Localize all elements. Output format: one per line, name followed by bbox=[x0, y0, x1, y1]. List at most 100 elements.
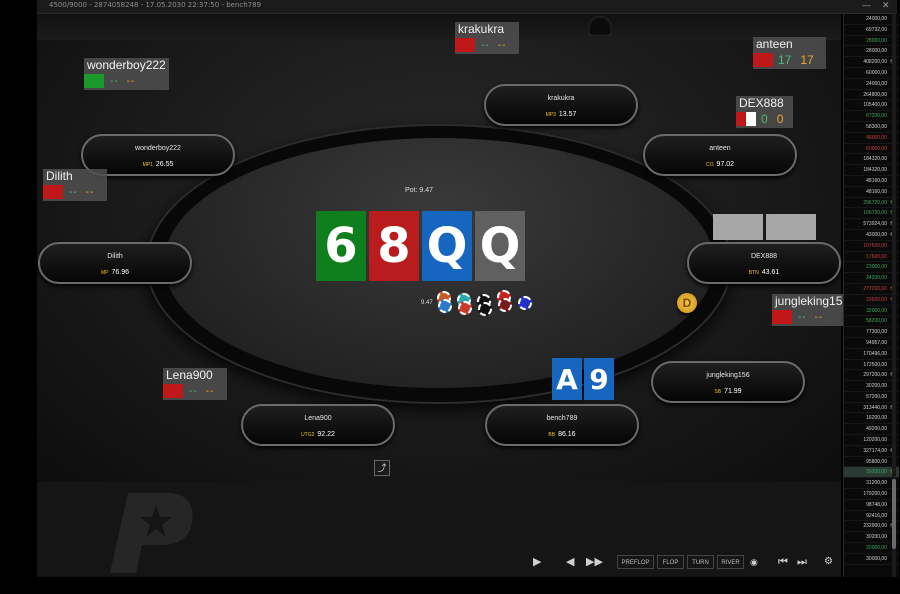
hud-color-tag bbox=[84, 74, 104, 88]
hand-list-item[interactable]: 184320,00 bbox=[844, 165, 899, 176]
hand-amount: 277200,00 bbox=[863, 285, 887, 292]
hand-list-item[interactable]: 106720,00👁 bbox=[844, 208, 899, 220]
hand-list-scrollbar[interactable] bbox=[892, 14, 896, 577]
scrollbar-thumb[interactable] bbox=[892, 479, 896, 549]
hud-color-tag bbox=[736, 112, 756, 126]
hand-list-item[interactable]: 313440,00👁 bbox=[844, 403, 899, 414]
pot-label: Pot: bbox=[405, 187, 418, 194]
hand-list-item[interactable]: 39200,00👁 bbox=[844, 467, 899, 479]
hand-list-item[interactable]: 172500,00 bbox=[844, 360, 899, 371]
hud-lena900[interactable]: Lena900 -- -- bbox=[163, 368, 227, 400]
hand-list-item[interactable]: 30200,00 bbox=[844, 532, 899, 544]
hand-list-item[interactable]: 24200,00 bbox=[844, 273, 899, 284]
hand-list-item[interactable]: 170496,00 bbox=[844, 349, 899, 360]
hand-list-item[interactable]: 32000,00 bbox=[844, 306, 899, 317]
hand-list-item[interactable]: 48000,00 bbox=[844, 133, 899, 144]
first-hand-icon[interactable]: ⏮ bbox=[778, 554, 788, 570]
seat-position: CO bbox=[705, 162, 714, 168]
seat-anteen[interactable]: anteen CO 97.02 bbox=[643, 134, 797, 176]
hand-amount: 327174,00 bbox=[863, 447, 887, 454]
hud-dilith[interactable]: Dilith -- -- bbox=[43, 169, 107, 201]
hand-list-item[interactable]: 24000,00 bbox=[844, 79, 899, 90]
hand-list-item[interactable]: 297200,00👁 bbox=[844, 370, 899, 382]
hand-history-list[interactable]: 24000,00 69732,00 28000,00 28000,00 408200,0… bbox=[843, 14, 899, 577]
step-back-icon[interactable]: ◀ bbox=[566, 554, 574, 570]
hand-amount: 179200,00 bbox=[863, 491, 887, 498]
flop-button[interactable]: FLOP bbox=[657, 555, 684, 569]
hud-dex888[interactable]: DEX888 00 bbox=[736, 96, 793, 128]
hand-list-item[interactable]: 58300,00 bbox=[844, 122, 899, 133]
settings-gear-icon[interactable]: ⚙ bbox=[824, 554, 833, 570]
hand-list-item[interactable]: 296720,00👁 bbox=[844, 198, 899, 209]
hand-list-item[interactable]: 48160,00 bbox=[844, 176, 899, 187]
seat-stack-value: 71.99 bbox=[724, 388, 742, 395]
hand-list-item[interactable]: 67200,00 bbox=[844, 111, 899, 122]
hand-list-item[interactable]: 30000,00 bbox=[844, 554, 899, 565]
turn-button[interactable]: TURN bbox=[687, 555, 714, 569]
hud-anteen[interactable]: anteen 17 17 bbox=[753, 37, 826, 69]
hand-list-item[interactable]: 98748,00 bbox=[844, 500, 899, 511]
step-forward-icon[interactable]: ▶▶ bbox=[586, 554, 603, 570]
last-hand-icon[interactable]: ⏭ bbox=[797, 554, 807, 570]
hand-list-item[interactable]: 94957,00 bbox=[844, 338, 899, 349]
seat-stack: BB 86.16 bbox=[487, 431, 637, 438]
hand-list-item[interactable]: 16200,00 bbox=[844, 413, 899, 425]
seat-lena900[interactable]: Lena900 UTG2 92.22 bbox=[241, 404, 395, 446]
play-icon[interactable]: ▶ bbox=[533, 554, 541, 570]
hand-amount: 77300,00 bbox=[866, 329, 887, 336]
hand-list-item[interactable]: 120200,00 bbox=[844, 435, 899, 446]
hand-list-item[interactable]: 105400,00 bbox=[844, 100, 899, 112]
hand-list-item[interactable]: 60000,00 bbox=[844, 68, 899, 79]
hand-list-item[interactable]: 232900,00👁 bbox=[844, 521, 899, 533]
close-button[interactable]: ✕ bbox=[882, 0, 890, 11]
hand-list-item[interactable]: 573924,00👁 bbox=[844, 219, 899, 230]
hand-list-item[interactable]: 24000,00 bbox=[844, 14, 899, 25]
hand-list-item[interactable]: 60000,00 bbox=[844, 144, 899, 155]
preflop-button[interactable]: PREFLOP bbox=[617, 555, 654, 569]
seat-stack: MP 76.96 bbox=[40, 269, 190, 276]
hand-list-item[interactable]: 29920,00👁 bbox=[844, 295, 899, 306]
hud-krakukra[interactable]: krakukra -- -- bbox=[455, 22, 519, 54]
hand-list-item[interactable]: 23000,00 bbox=[844, 262, 899, 274]
hand-list-item[interactable]: 17600,00 bbox=[844, 252, 899, 263]
hand-amount: 120200,00 bbox=[863, 437, 887, 444]
hand-list-item[interactable]: 264800,00 bbox=[844, 90, 899, 101]
hud-wonderboy222[interactable]: wonderboy222 -- -- bbox=[84, 58, 169, 90]
hand-list-item[interactable]: 179200,00 bbox=[844, 489, 899, 500]
seat-jungleking156[interactable]: jungleking156 SB 71.99 bbox=[651, 361, 805, 403]
hand-list-item[interactable]: 184320,00 bbox=[844, 154, 899, 166]
hud-menu-icon[interactable]: ⤴ bbox=[374, 460, 390, 476]
seat-dilith[interactable]: Dilith MP 76.96 bbox=[38, 242, 192, 284]
river-button[interactable]: RIVER bbox=[717, 555, 744, 569]
hand-list-item[interactable]: 327174,00👁 bbox=[844, 446, 899, 457]
hand-amount: 408200,00 bbox=[863, 59, 887, 66]
seat-dex888[interactable]: DEX888 BTN 43.61 bbox=[687, 242, 841, 284]
hand-list-item[interactable]: 277200,00👁 bbox=[844, 284, 899, 295]
seat-krakukra[interactable]: krakukra MP3 13.57 bbox=[484, 84, 638, 126]
seat-bench789-hero[interactable]: bench789 BB 86.16 bbox=[485, 404, 639, 446]
hand-list-item[interactable]: 107500,00 bbox=[844, 241, 899, 252]
eye-icon[interactable]: ◉ bbox=[750, 554, 758, 570]
seat-stack-value: 26.55 bbox=[155, 161, 174, 168]
hand-list-item[interactable]: 28000,00 bbox=[844, 36, 899, 47]
hand-list-item[interactable]: 77300,00 bbox=[844, 327, 899, 338]
hand-list-item[interactable]: 48160,00 bbox=[844, 187, 899, 198]
hand-list-item[interactable]: 31200,00 bbox=[844, 478, 899, 490]
hand-amount: 98748,00 bbox=[866, 501, 887, 508]
hand-amount: 31200,00 bbox=[866, 480, 887, 487]
hand-list-item[interactable]: 95800,00 bbox=[844, 457, 899, 468]
hand-list-item[interactable]: 92416,00 bbox=[844, 511, 899, 522]
pokerstars-logo-icon bbox=[100, 483, 210, 577]
bet-chip-amount: 9.47 bbox=[421, 300, 433, 306]
minimize-button[interactable]: — bbox=[862, 0, 871, 10]
hand-list-item[interactable]: 57200,00 bbox=[844, 392, 899, 403]
hand-list-item[interactable]: 20000,00 bbox=[844, 543, 899, 554]
hand-list-item[interactable]: 43000,00👁 bbox=[844, 230, 899, 241]
hand-list-item[interactable]: 49200,00 bbox=[844, 424, 899, 436]
hand-list-item[interactable]: 30200,00 bbox=[844, 381, 899, 392]
hand-list-item[interactable]: 408200,00👁 bbox=[844, 57, 899, 68]
hand-list-item[interactable]: 69732,00 bbox=[844, 25, 899, 36]
seat-player-name: krakukra bbox=[547, 95, 575, 102]
hand-list-item[interactable]: 58200,00 bbox=[844, 316, 899, 328]
hand-list-item[interactable]: 28000,00 bbox=[844, 46, 899, 58]
